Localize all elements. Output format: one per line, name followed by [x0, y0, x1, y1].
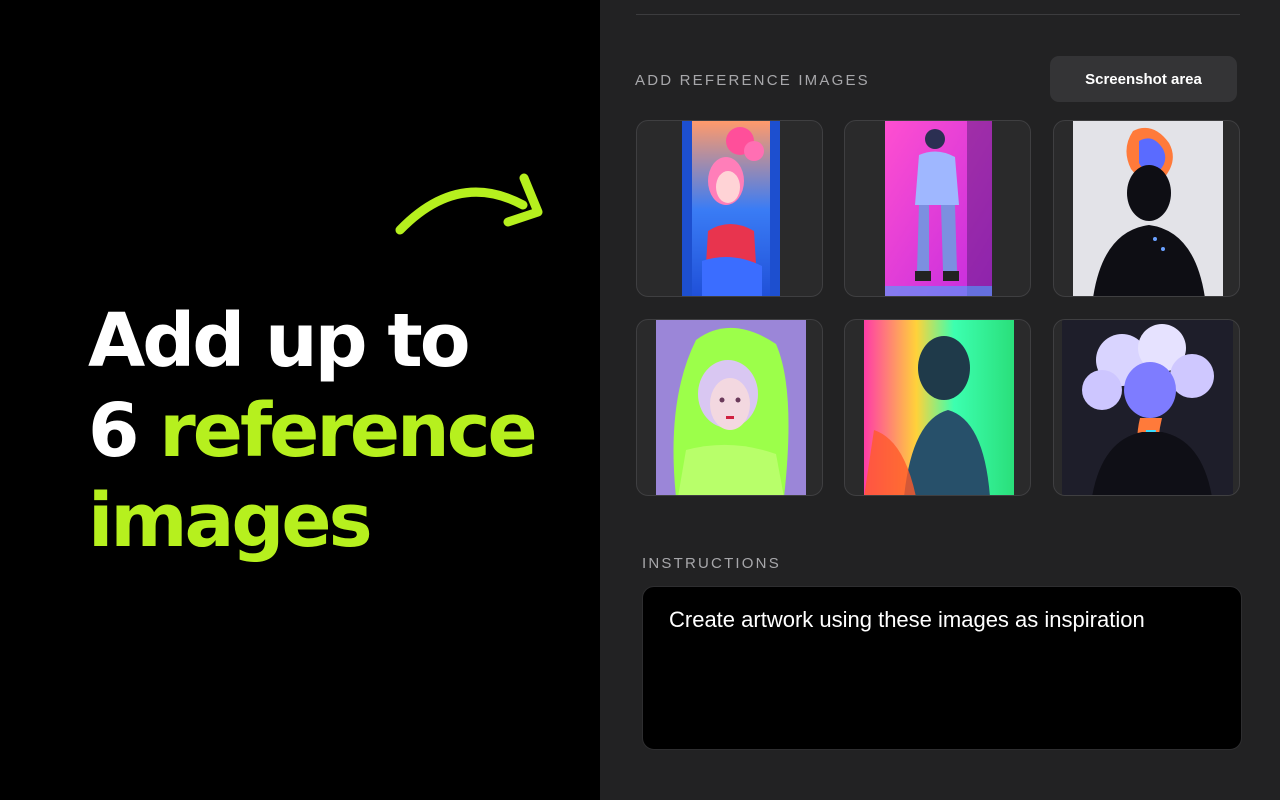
- headline-accent-word: reference: [159, 388, 537, 474]
- reference-image-5: [864, 320, 1014, 495]
- headline-line-3: images: [88, 478, 373, 564]
- reference-images-label: ADD REFERENCE IMAGES: [635, 72, 870, 89]
- screenshot-area-button[interactable]: Screenshot area: [1050, 56, 1237, 102]
- reference-image-2: [885, 121, 992, 296]
- curved-arrow-icon: [395, 173, 543, 235]
- instructions-textarea[interactable]: Create artwork using these images as ins…: [642, 586, 1242, 750]
- reference-image-tile-1[interactable]: [636, 120, 823, 297]
- reference-image-tile-3[interactable]: [1053, 120, 1240, 297]
- headline-count: 6: [88, 388, 139, 474]
- headline-line-2: 6 reference: [88, 386, 538, 476]
- instructions-label: INSTRUCTIONS: [642, 555, 781, 572]
- reference-image-tile-2[interactable]: [844, 120, 1031, 297]
- reference-image-tile-5[interactable]: [844, 319, 1031, 496]
- reference-image-4: [656, 320, 806, 495]
- promo-panel: Add up to 6 reference images: [0, 0, 600, 800]
- divider: [636, 14, 1240, 15]
- headline-line-1: Add up to: [88, 298, 471, 384]
- reference-image-6: [1062, 320, 1233, 495]
- reference-image-tile-4[interactable]: [636, 319, 823, 496]
- promo-headline: Add up to 6 reference images: [88, 296, 538, 566]
- reference-image-tile-6[interactable]: [1053, 319, 1240, 496]
- reference-image-3: [1073, 121, 1223, 296]
- editor-panel: ADD REFERENCE IMAGES Screenshot area INS…: [600, 0, 1280, 800]
- reference-image-1: [682, 121, 780, 296]
